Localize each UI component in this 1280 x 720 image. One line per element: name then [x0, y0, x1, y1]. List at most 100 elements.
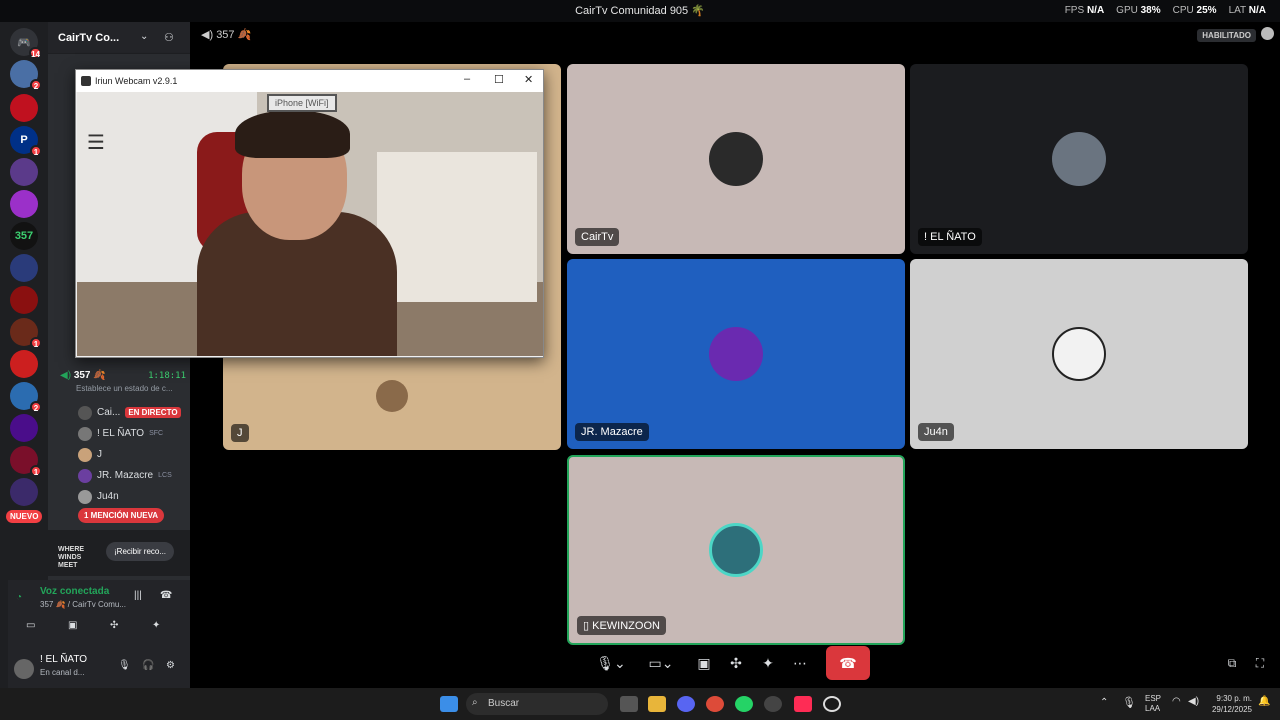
promo-button[interactable]: ¡Recibir reco...	[106, 542, 175, 561]
voice-channel[interactable]: ◀) 357 🍂 1:18:11	[60, 370, 188, 381]
discord-icon[interactable]	[677, 696, 695, 712]
clock[interactable]: 9:30 p. m. 29/12/2025	[1206, 693, 1252, 715]
title-bar: CairTv Comunidad 905 🌴 FPS N/A GPU 38% C…	[0, 0, 1280, 22]
dining-chairs	[377, 152, 537, 302]
windows-start-icon[interactable]	[440, 696, 458, 712]
server-header[interactable]: CairTv Co... ⌄ ⚇	[48, 22, 190, 54]
disconnect-icon[interactable]: ☎	[160, 590, 172, 601]
webcam-window[interactable]: Iriun Webcam v2.9.1 – ☐ ✕ ☰ iPhone [WiFi…	[75, 69, 544, 358]
tile-cairtv[interactable]: CairTv	[567, 64, 905, 254]
add-member-icon[interactable]: ⚇	[164, 31, 174, 44]
window-title-bar[interactable]: Iriun Webcam v2.9.1 – ☐ ✕	[76, 70, 543, 92]
cpu-stat: CPU 25%	[1172, 5, 1217, 16]
server-icon[interactable]	[10, 478, 38, 506]
tile-label: JR. Mazacre	[575, 423, 649, 441]
member-list: Cai... EN DIRECTO ! EL ÑATO SFC J JR. Maza…	[78, 402, 188, 507]
server-icon[interactable]: 1	[10, 446, 42, 477]
list-item[interactable]: Cai... EN DIRECTO	[78, 402, 188, 423]
server-icon[interactable]: 2	[10, 60, 42, 91]
minimize-icon[interactable]: –	[464, 73, 470, 85]
list-item[interactable]: Ju4n	[78, 486, 188, 507]
server-icon[interactable]: 2	[10, 382, 42, 413]
tile-kewinzoon[interactable]: ▯ KEWINZOON	[567, 455, 905, 645]
maximize-icon[interactable]: ☐	[494, 73, 504, 86]
server-name: CairTv Co...	[58, 32, 120, 44]
popout-icon[interactable]: ⧉	[1222, 646, 1242, 680]
sound-wave-icon[interactable]: |||	[134, 590, 142, 601]
avatar	[78, 447, 92, 462]
language-indicator[interactable]: ESP LAA	[1145, 694, 1161, 714]
tile-el-nato[interactable]: ! EL ÑATO	[910, 64, 1248, 254]
avatar[interactable]	[14, 659, 34, 679]
webcam-app-icon[interactable]	[823, 696, 841, 712]
screen-share-icon[interactable]: ▣	[68, 620, 77, 631]
avatar	[376, 379, 408, 412]
user-status: En canal d...	[40, 668, 85, 677]
voice-location[interactable]: 357 🍂 / CairTv Comu...	[40, 600, 126, 609]
app-icon	[81, 76, 91, 86]
microphone-icon[interactable]: 🎙	[118, 660, 131, 671]
activities-icon[interactable]: ✣	[110, 620, 118, 631]
wifi-icon[interactable]: ◠	[1172, 696, 1181, 707]
live-badge: EN DIRECTO	[125, 407, 181, 418]
hang-up-button[interactable]: ☎	[826, 646, 870, 680]
menu-icon[interactable]: ☰	[87, 130, 105, 155]
paypal-server-icon[interactable]: P1	[10, 126, 42, 157]
activities-button[interactable]: ✣	[724, 646, 748, 680]
task-view-icon[interactable]	[620, 696, 638, 712]
app-icon[interactable]	[764, 696, 782, 712]
tiktok-icon[interactable]	[794, 696, 812, 712]
chevron-up-icon[interactable]: ⌃	[1100, 697, 1108, 708]
server-icon[interactable]	[10, 94, 38, 122]
avatar	[78, 426, 92, 441]
camera-toggle-button[interactable]: ▭⌄	[640, 646, 682, 680]
volume-icon[interactable]: ◀)	[1188, 696, 1199, 707]
server-icon[interactable]	[10, 158, 38, 186]
mention-pill[interactable]: 1 MENCIÓN NUEVA	[78, 508, 165, 523]
chrome-icon[interactable]	[706, 696, 724, 712]
channel-name: 357 🍂	[73, 370, 106, 381]
soundboard-icon[interactable]: ✦	[152, 620, 160, 631]
camera-off-icon[interactable]: ▭	[26, 620, 35, 631]
device-select[interactable]: iPhone [WiFi]	[267, 94, 337, 112]
server-icon[interactable]	[10, 286, 38, 314]
list-item[interactable]: ! EL ÑATO SFC	[78, 423, 188, 444]
tile-label: ! EL ÑATO	[918, 228, 982, 246]
screen-share-button[interactable]: ▣	[692, 646, 716, 680]
tile-ju4n[interactable]: Ju4n	[910, 259, 1248, 449]
status-hint[interactable]: Establece un estado de c...	[76, 384, 173, 393]
file-explorer-icon[interactable]	[648, 696, 666, 712]
list-item[interactable]: J	[78, 444, 188, 465]
search-box[interactable]: ⌕ Buscar	[466, 693, 608, 715]
call-timer: 1:18:11	[148, 371, 186, 381]
voice-panel: ◔ Voz conectada 357 🍂 / CairTv Comu... |…	[8, 580, 190, 650]
list-item[interactable]: JR. Mazacre LCS	[78, 465, 188, 486]
whatsapp-icon[interactable]	[735, 696, 753, 712]
headset-icon[interactable]: 🎧	[142, 660, 154, 671]
gear-icon[interactable]: ⚙	[166, 660, 175, 671]
soundboard-button[interactable]: ✦	[756, 646, 780, 680]
fullscreen-icon[interactable]: ⛶	[1250, 646, 1270, 680]
more-button[interactable]: ⋯	[788, 646, 812, 680]
webcam-feed: ☰ iPhone [WiFi]	[77, 92, 543, 356]
server-icon[interactable]: 1	[10, 318, 42, 349]
promo-brand: WHERE WINDS MEET	[58, 546, 85, 569]
promo-banner: WHERE WINDS MEET ¡Recibir reco...	[4, 530, 190, 576]
username: ! EL ÑATO	[40, 654, 88, 665]
server-icon[interactable]: 357	[10, 222, 38, 250]
mute-button[interactable]: 🎙⌄	[590, 646, 632, 680]
server-icon[interactable]	[10, 190, 38, 218]
server-icon[interactable]	[10, 414, 38, 442]
chat-icon[interactable]	[1261, 27, 1274, 40]
discord-home-icon[interactable]: 🎮 14	[10, 28, 42, 59]
server-icon[interactable]	[10, 350, 38, 378]
gpu-stat: GPU 38%	[1116, 5, 1161, 16]
microphone-icon[interactable]: 🎙	[1122, 696, 1136, 709]
chevron-down-icon[interactable]: ⌄	[140, 31, 148, 42]
server-icon[interactable]	[10, 254, 38, 282]
channel-header: ◀) 357 🍂	[201, 29, 252, 41]
avatar	[78, 468, 92, 483]
close-icon[interactable]: ✕	[524, 73, 533, 86]
tile-jr-mazacre[interactable]: JR. Mazacre	[567, 259, 905, 449]
notification-icon[interactable]: 🔔	[1258, 696, 1270, 707]
